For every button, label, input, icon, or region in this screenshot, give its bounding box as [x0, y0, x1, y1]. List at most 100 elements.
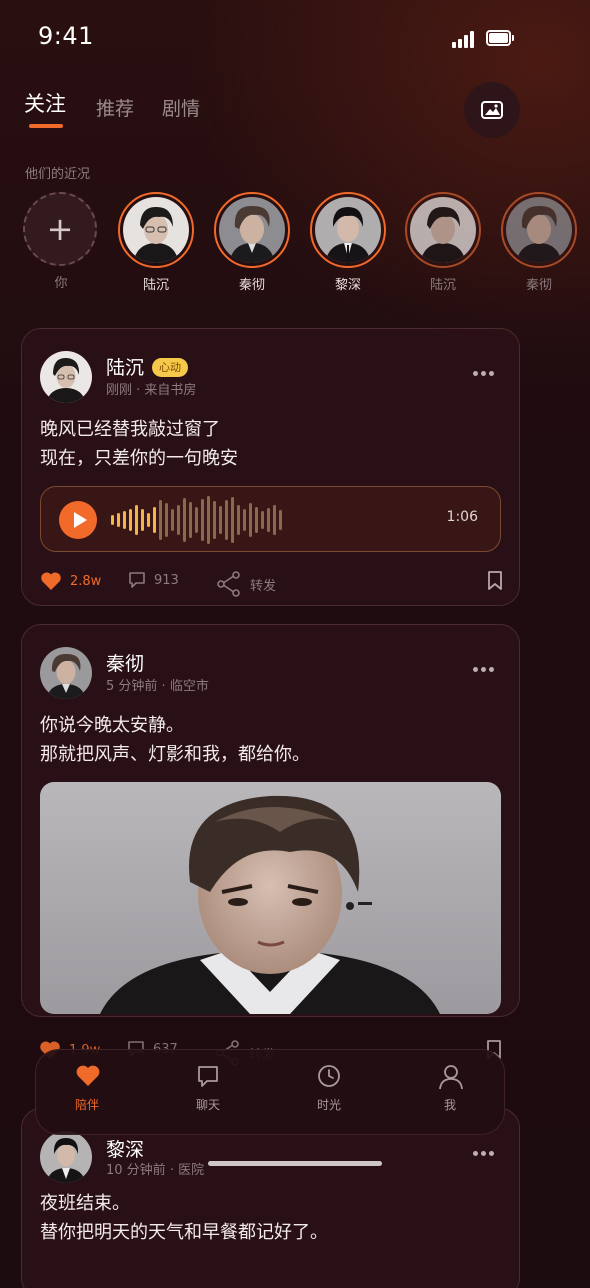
plus-icon: + — [23, 192, 97, 266]
play-icon[interactable] — [59, 501, 97, 539]
post-line: 那就把风声、灯影和我，都给你。 — [40, 744, 310, 765]
post-author[interactable]: 黎深 — [106, 1135, 144, 1162]
nav-label: 陪伴 — [74, 1098, 99, 1112]
more-icon[interactable] — [473, 1151, 495, 1157]
nav-label: 时光 — [316, 1098, 341, 1112]
waveform-bar — [219, 506, 222, 534]
share-icon — [217, 571, 240, 597]
person-icon — [439, 1065, 463, 1090]
comment-count: 913 — [154, 572, 179, 588]
comment-button[interactable]: 913 — [128, 571, 179, 589]
post-line: 晚风已经替我敲过窗了 — [40, 419, 220, 440]
story-item[interactable]: 陆沉 — [118, 192, 196, 293]
tab-recommended[interactable]: 推荐 — [96, 94, 134, 121]
post-text: 晚风已经替我敲过窗了 现在，只差你的一句晚安 — [40, 415, 238, 473]
nav-moments[interactable]: 时光 — [284, 1050, 374, 1136]
waveform-bar — [147, 513, 150, 527]
waveform — [111, 495, 291, 545]
avatar — [123, 197, 189, 263]
story-name: 陆沉 — [142, 278, 169, 293]
nav-profile[interactable]: 我 — [405, 1050, 495, 1136]
share-button[interactable]: 转发 — [216, 571, 276, 597]
nav-chat[interactable]: 聊天 — [163, 1050, 253, 1136]
post-text: 你说今晚太安静。 那就把风声、灯影和我，都给你。 — [40, 711, 310, 769]
voice-message[interactable]: 1:06 — [40, 486, 501, 552]
post-author[interactable]: 陆沉 — [106, 353, 144, 380]
waveform-bar — [243, 509, 246, 531]
tab-active-underline — [29, 124, 63, 128]
post-card[interactable]: 陆沉 心动 刚刚 · 来自书房 晚风已经替我敲过窗了 现在，只差你的一句晚安 1… — [21, 328, 520, 606]
avatar — [315, 197, 381, 263]
post-meta: 5 分钟前 · 临空市 — [106, 675, 209, 694]
heart-icon — [76, 1065, 100, 1086]
story-name: 你 — [54, 276, 68, 291]
nav-companion[interactable]: 陪伴 — [42, 1050, 132, 1136]
bottom-nav: 陪伴 聊天 时光 我 — [35, 1049, 505, 1135]
voice-duration: 1:06 — [446, 509, 478, 525]
meta-separator: · — [161, 679, 170, 694]
avatar[interactable] — [40, 1131, 92, 1183]
post-actions: 2.8w 913 转发 — [40, 571, 505, 601]
waveform-bar — [231, 497, 234, 543]
tab-story[interactable]: 剧情 — [162, 94, 200, 121]
status-bar: 9:41 — [0, 0, 590, 70]
post-line: 替你把明天的天气和早餐都记好了。 — [40, 1222, 328, 1243]
post-card[interactable]: 秦彻 5 分钟前 · 临空市 你说今晚太安静。 那就把风声、灯影和我，都给你。 — [21, 624, 520, 1017]
waveform-bar — [189, 502, 192, 538]
avatar[interactable] — [40, 647, 92, 699]
waveform-bar — [279, 510, 282, 530]
meta-separator: · — [169, 1163, 179, 1178]
post-line: 你说今晚太安静。 — [40, 715, 184, 736]
post-line: 夜班结束。 — [40, 1193, 130, 1214]
story-item[interactable]: 陆沉 — [405, 192, 483, 293]
post-location: 医院 — [178, 1163, 205, 1178]
waveform-bar — [261, 511, 264, 529]
post-photo[interactable] — [40, 782, 501, 1014]
waveform-bar — [225, 500, 228, 540]
waveform-bar — [111, 515, 114, 525]
comment-icon — [129, 572, 145, 588]
chat-icon — [198, 1066, 218, 1087]
story-name: 秦彻 — [238, 278, 265, 293]
share-label: 转发 — [250, 578, 277, 594]
clock-icon — [318, 1065, 340, 1087]
battery-icon — [486, 30, 514, 46]
image-icon — [481, 101, 503, 119]
signal-icon — [452, 30, 478, 48]
stories-row: + 你 陆沉 秦彻 黎深 陆沉 秦彻 — [0, 192, 590, 302]
like-button[interactable]: 2.8w — [40, 571, 101, 591]
avatar[interactable] — [40, 351, 92, 403]
story-name: 黎深 — [334, 278, 361, 293]
post-time: 10 分钟前 — [106, 1163, 166, 1178]
waveform-bar — [165, 503, 168, 537]
tab-following[interactable]: 关注 — [24, 88, 66, 118]
post-time: 5 分钟前 — [106, 679, 158, 694]
waveform-bar — [123, 511, 126, 529]
more-icon[interactable] — [473, 371, 495, 377]
story-item[interactable]: 秦彻 — [214, 192, 292, 293]
post-author[interactable]: 秦彻 — [106, 649, 144, 676]
section-label: 他们的近况 — [25, 167, 91, 182]
more-icon[interactable] — [473, 667, 495, 673]
waveform-bar — [159, 500, 162, 540]
image-post-button[interactable] — [464, 82, 520, 138]
post-time: 刚刚 — [106, 383, 133, 398]
bookmark-button[interactable] — [487, 571, 511, 591]
post-location: 来自书房 — [144, 383, 197, 398]
waveform-bar — [135, 505, 138, 535]
story-item[interactable]: 黎深 — [310, 192, 388, 293]
home-indicator[interactable] — [208, 1161, 382, 1166]
nav-label: 我 — [443, 1098, 456, 1112]
waveform-bar — [195, 507, 198, 533]
avatar — [219, 197, 285, 263]
story-item[interactable]: 秦彻 — [501, 192, 579, 293]
waveform-bar — [267, 508, 270, 532]
avatar — [410, 197, 476, 263]
waveform-bar — [129, 509, 132, 531]
post-meta: 10 分钟前 · 医院 — [106, 1159, 204, 1178]
waveform-bar — [117, 513, 120, 527]
story-add-self[interactable]: + 你 — [23, 192, 101, 291]
waveform-bar — [213, 501, 216, 539]
post-line: 现在，只差你的一句晚安 — [40, 448, 238, 469]
post-meta: 刚刚 · 来自书房 — [106, 379, 196, 398]
